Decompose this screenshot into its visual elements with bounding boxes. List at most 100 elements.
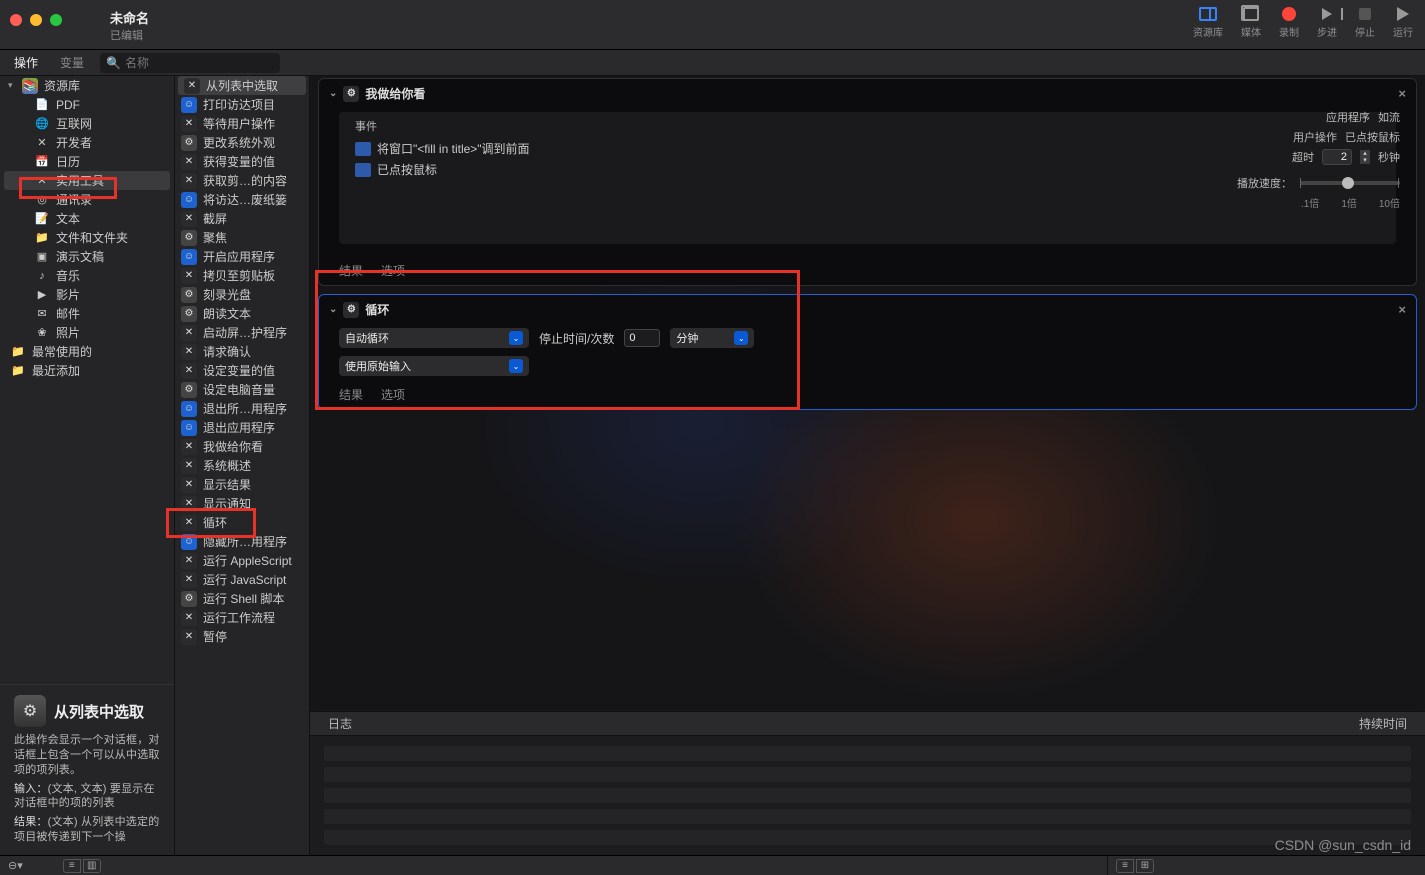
results-tab[interactable]: 结果 [339,262,363,279]
action-item[interactable]: ⚙刻录光盘 [175,285,309,304]
sidebar-item[interactable]: 📅日历 [0,152,174,171]
sidebar-item[interactable]: ▶影片 [0,285,174,304]
action-item[interactable]: ✕从列表中选取 [178,76,306,95]
action-item[interactable]: ⚙聚焦 [175,228,309,247]
close-icon[interactable] [10,14,22,26]
sidebar-item[interactable]: 📁文件和文件夹 [0,228,174,247]
view-toggle[interactable]: ≡▥ [63,859,101,873]
block-title: 我做给你看 [365,85,425,102]
action-item[interactable]: ☺隐藏所…用程序 [175,532,309,551]
sidebar-item[interactable]: ▣演示文稿 [0,247,174,266]
play-icon [1397,7,1409,21]
action-info-panel: ⚙ 从列表中选取 此操作会显示一个对话框，对话框上包含一个可以从中选取项的项列表… [0,684,174,855]
library-button[interactable]: 资源库 [1193,6,1223,39]
action-item[interactable]: ✕获取剪…的内容 [175,171,309,190]
action-item[interactable]: ☺开启应用程序 [175,247,309,266]
action-item[interactable]: ✕我做给你看 [175,437,309,456]
action-item[interactable]: ✕设定变量的值 [175,361,309,380]
action-info-icon: ⚙ [14,695,46,727]
sidebar-item[interactable]: ✕开发者 [0,133,174,152]
action-item[interactable]: ☺退出所…用程序 [175,399,309,418]
sidebar-item[interactable]: 🌐互联网 [0,114,174,133]
toolbar-right: 资源库 媒体 录制 步进 停止 运行 [1193,6,1413,39]
action-item[interactable]: ✕显示结果 [175,475,309,494]
workflow-block-loop[interactable]: ⌄ ⚙ 循环 × 自动循环⌄ 停止时间/次数 分钟⌄ 使用原始输入⌄ 结果 选项 [318,294,1417,410]
close-icon[interactable]: × [1398,86,1406,101]
stop-button[interactable]: 停止 [1355,6,1375,39]
action-item[interactable]: ✕循环 [175,513,309,532]
unit-select[interactable]: 分钟⌄ [670,328,754,348]
loop-mode-select[interactable]: 自动循环⌄ [339,328,529,348]
media-button[interactable]: 媒体 [1241,6,1261,39]
log-row [324,809,1411,824]
step-button[interactable]: 步进 [1317,6,1337,39]
action-info-desc: 此操作会显示一个对话框，对话框上包含一个可以从中选取项的项列表。 [14,733,160,778]
title-sub: 已编辑 [110,27,149,43]
action-item[interactable]: ☺打印访达项目 [175,95,309,114]
run-button[interactable]: 运行 [1393,6,1413,39]
search-input[interactable]: 🔍 名称 [100,53,280,73]
options-tab[interactable]: 选项 [381,262,405,279]
slider-thumb-icon[interactable] [1342,177,1354,189]
sidebar-item[interactable]: ✉邮件 [0,304,174,323]
action-item[interactable]: ✕拷贝至剪贴板 [175,266,309,285]
sidebar-actions: ✕从列表中选取☺打印访达项目✕等待用户操作⚙更改系统外观✕获得变量的值✕获取剪…… [175,76,310,855]
maximize-icon[interactable] [50,14,62,26]
action-item[interactable]: ✕系统概述 [175,456,309,475]
action-item[interactable]: ✕显示通知 [175,494,309,513]
action-item[interactable]: ⚙更改系统外观 [175,133,309,152]
action-item[interactable]: ✕运行工作流程 [175,608,309,627]
log-header: 日志 持续时间 [310,711,1425,735]
action-item[interactable]: ✕获得变量的值 [175,152,309,171]
input-mode-select[interactable]: 使用原始输入⌄ [339,356,529,376]
close-icon[interactable]: × [1398,302,1406,317]
workflow-block-watch-me-do[interactable]: ⌄ ⚙ 我做给你看 × 事件 将窗口"<fill in title>"调到前面 … [318,78,1417,286]
gear-icon: ⚙ [343,86,359,102]
action-item[interactable]: ⚙朗读文本 [175,304,309,323]
sidebar-root[interactable]: ▾📚资源库 [0,76,174,95]
workflow-canvas[interactable]: ⌄ ⚙ 我做给你看 × 事件 将窗口"<fill in title>"调到前面 … [310,76,1425,711]
library-icon [1199,7,1217,21]
window-title: 未命名 已编辑 [110,8,149,43]
sidebar-item[interactable]: 📄PDF [0,95,174,114]
stop-value-field[interactable] [624,329,660,347]
sidebar-item[interactable]: ❀照片 [0,323,174,342]
sidebar-folder[interactable]: 📁最近添加 [0,361,174,380]
record-button[interactable]: 录制 [1279,6,1299,39]
action-item[interactable]: ☺退出应用程序 [175,418,309,437]
action-item[interactable]: ☺将访达…废纸篓 [175,190,309,209]
gear-icon: ⚙ [343,302,359,318]
action-list: ✕从列表中选取☺打印访达项目✕等待用户操作⚙更改系统外观✕获得变量的值✕获取剪…… [175,76,309,646]
stepper-icon[interactable]: ▴▾ [1360,150,1370,164]
collapse-icon[interactable]: ⌄ [329,88,337,99]
sidebar-categories: ▾📚资源库📄PDF🌐互联网✕开发者📅日历✕实用工具◎通讯录📝文本📁文件和文件夹▣… [0,76,175,855]
speed-slider[interactable] [1300,181,1400,185]
log-title: 日志 [328,715,352,732]
log-row [324,830,1411,845]
action-item[interactable]: ⚙设定电脑音量 [175,380,309,399]
options-tab[interactable]: 选项 [381,386,405,403]
action-item[interactable]: ✕启动屏…护程序 [175,323,309,342]
sidebar-item[interactable]: ◎通讯录 [0,190,174,209]
action-item[interactable]: ⚙运行 Shell 脚本 [175,589,309,608]
sidebar-folder[interactable]: 📁最常使用的 [0,342,174,361]
tab-variables[interactable]: 变量 [54,52,90,73]
collapse-icon[interactable]: ⌄ [329,304,337,315]
results-tab[interactable]: 结果 [339,386,363,403]
sidebar-item[interactable]: ♪音乐 [0,266,174,285]
watermark: CSDN @sun_csdn_id [1275,837,1411,853]
block-options: 应用程序如流 用户操作已点按鼠标 超时 ▴▾ 秒钟 播放速度： [1227,109,1400,214]
sidebar-item[interactable]: 📝文本 [0,209,174,228]
action-item[interactable]: ✕运行 AppleScript [175,551,309,570]
action-item[interactable]: ✕暂停 [175,627,309,646]
view-toggle-right[interactable]: ≡⊞ [1116,859,1154,873]
status-symbol[interactable]: ⊖▾ [8,859,23,872]
action-item[interactable]: ✕运行 JavaScript [175,570,309,589]
action-item[interactable]: ✕请求确认 [175,342,309,361]
action-item[interactable]: ✕截屏 [175,209,309,228]
timeout-field[interactable] [1322,149,1352,165]
sidebar-item[interactable]: ✕实用工具 [4,171,170,190]
action-item[interactable]: ✕等待用户操作 [175,114,309,133]
minimize-icon[interactable] [30,14,42,26]
tab-actions[interactable]: 操作 [8,52,44,73]
